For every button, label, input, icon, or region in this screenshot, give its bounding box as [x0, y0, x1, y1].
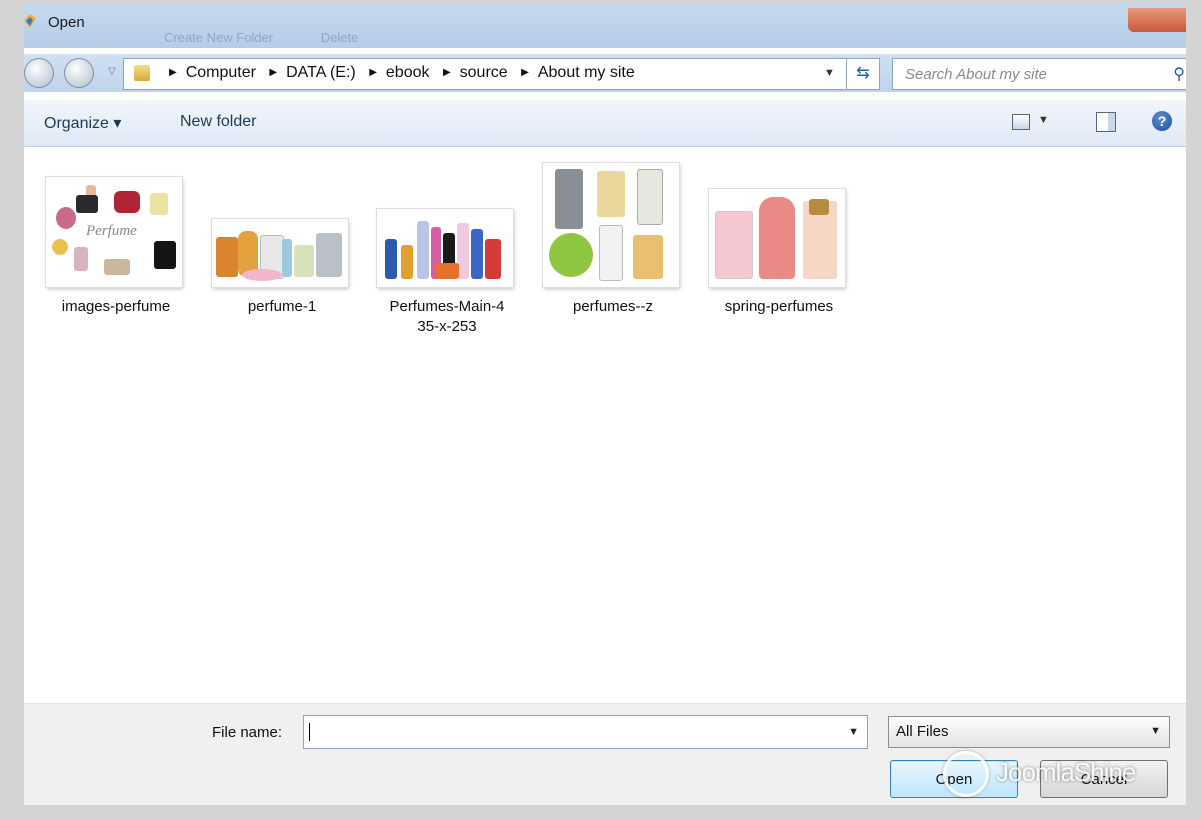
- file-name-line2: 35-x-253: [417, 318, 477, 335]
- preview-pane-icon[interactable]: [1096, 112, 1116, 132]
- file-name: Perfumes-Main-4 35-x-253: [377, 297, 517, 337]
- search-box[interactable]: ⚲: [892, 58, 1186, 90]
- back-arrow-icon[interactable]: [24, 58, 54, 88]
- file-thumbnail: Perfume: [46, 177, 182, 287]
- recent-pages-dropdown[interactable]: ▽: [108, 66, 116, 77]
- chevron-right-icon[interactable]: ▶: [369, 67, 377, 78]
- view-icon: [1012, 114, 1030, 130]
- file-name: images-perfume: [61, 298, 171, 315]
- dialog-footer: File name: ▼ All Files ▼ Open Cancel: [24, 703, 1186, 805]
- breadcrumb-data-drive[interactable]: DATA (E:): [286, 64, 356, 82]
- file-name-combobox[interactable]: ▼: [303, 715, 868, 749]
- breadcrumb-computer[interactable]: Computer: [186, 64, 256, 82]
- folder-icon: [134, 65, 150, 81]
- change-view-button[interactable]: ▼: [1012, 114, 1052, 132]
- search-icon[interactable]: ⚲: [1173, 64, 1185, 84]
- faded-toolbar: Create New Folder Delete: [164, 30, 402, 45]
- organize-button[interactable]: Organize ▾: [44, 113, 121, 133]
- faded-create-folder: Create New Folder: [164, 30, 274, 45]
- breadcrumb-source[interactable]: source: [460, 64, 508, 82]
- forward-arrow-icon[interactable]: [64, 58, 94, 88]
- file-name: spring-perfumes: [724, 298, 834, 315]
- file-name-line1: Perfumes-Main-4: [389, 298, 505, 315]
- breadcrumb-about-my-site[interactable]: About my site: [538, 64, 635, 82]
- chevron-down-icon[interactable]: ▼: [1038, 114, 1049, 126]
- file-thumbnail: [377, 209, 513, 287]
- faded-delete: Delete: [320, 30, 359, 45]
- file-type-value: All Files: [896, 723, 949, 740]
- file-thumbnail: [543, 163, 679, 287]
- file-type-select[interactable]: All Files ▼: [888, 716, 1170, 748]
- file-name-input[interactable]: [310, 722, 834, 741]
- title-bar: Open Create New Folder Delete: [24, 4, 1186, 48]
- watermark: JoomlaShine: [996, 757, 1136, 787]
- chevron-down-icon[interactable]: ▼: [824, 67, 835, 79]
- command-bar: Organize ▾ New folder ▼ ?: [24, 100, 1186, 147]
- chevron-right-icon[interactable]: ▶: [443, 67, 451, 78]
- app-icon: [24, 14, 36, 28]
- help-icon[interactable]: ?: [1152, 111, 1172, 131]
- file-name-label: File name:: [212, 724, 283, 741]
- chevron-right-icon[interactable]: ▶: [521, 67, 529, 78]
- file-list: Perfume images-perfume perfume-1 Perfume…: [24, 147, 1186, 703]
- new-folder-button[interactable]: New folder: [180, 113, 256, 131]
- file-thumbnail: [709, 189, 845, 287]
- chevron-down-icon[interactable]: ▼: [1150, 725, 1161, 737]
- address-bar[interactable]: ▶ Computer ▶ DATA (E:) ▶ ebook ▶ source ▶ Abo…: [123, 58, 847, 90]
- watermark-logo-icon: [943, 751, 989, 797]
- file-name: perfume-1: [247, 298, 317, 315]
- window-title: Open: [48, 14, 85, 31]
- chevron-right-icon[interactable]: ▶: [169, 67, 177, 78]
- file-thumbnail: [212, 219, 348, 287]
- open-dialog: Open Create New Folder Delete ▽ ▶ Compute…: [24, 4, 1186, 805]
- refresh-icon[interactable]: ⇆: [846, 58, 880, 90]
- chevron-right-icon[interactable]: ▶: [269, 67, 277, 78]
- chevron-down-icon[interactable]: ▼: [848, 726, 859, 738]
- file-name: perfumes--z: [572, 298, 654, 315]
- breadcrumb-ebook[interactable]: ebook: [386, 64, 430, 82]
- navigation-bar: ▽ ▶ Computer ▶ DATA (E:) ▶ ebook ▶ source ▶ A…: [24, 54, 1186, 92]
- search-input[interactable]: [903, 65, 1157, 84]
- close-button[interactable]: [1128, 8, 1186, 32]
- breadcrumb: ▶ Computer ▶ DATA (E:) ▶ ebook ▶ source ▶ Abo…: [160, 64, 635, 82]
